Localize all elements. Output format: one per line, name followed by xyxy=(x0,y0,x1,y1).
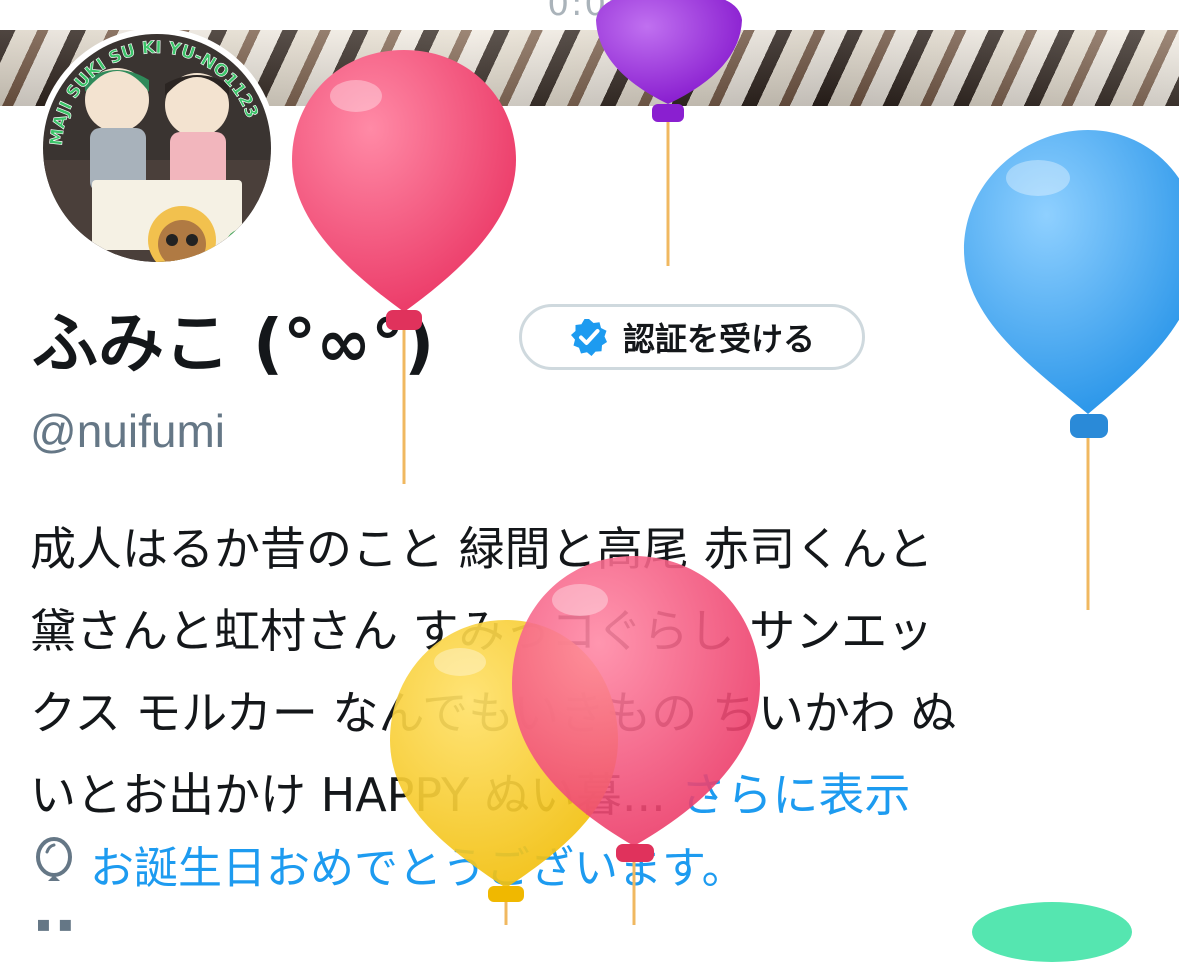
status-bar-time: 0:00 xyxy=(547,0,632,24)
show-more-link[interactable]: さらに表示 xyxy=(680,768,910,822)
avatar-image: MAJI SUKI SU KI YU-NO1123 xyxy=(37,30,277,268)
bio-line-last: いとお出かけ HAPPY ぬい暮... さらに表示 xyxy=(30,754,1150,836)
balloon-icon xyxy=(36,837,72,881)
profile-handle: @nuifumi xyxy=(30,405,225,457)
bio-line: 成人はるか昔のこと 緑間と高尾 赤司くんと xyxy=(30,522,934,576)
display-name: ふみこ (°∞°) xyxy=(32,305,435,382)
get-verified-button[interactable]: 認証を受ける xyxy=(519,304,865,370)
profile-bio: 成人はるか昔のこと 緑間と高尾 赤司くんと 黛さんと虹村さん すみっコぐらし サ… xyxy=(30,508,1150,836)
birthday-message: お誕生日おめでとうございます。 xyxy=(90,843,746,894)
bio-line: 黛さんと虹村さん すみっコぐらし サンエッ xyxy=(30,604,934,658)
verified-badge-icon xyxy=(570,319,607,356)
balloon-pink-large xyxy=(292,50,516,484)
bio-line: クス モルカー なんでもいきもの ちいかわ ぬ xyxy=(30,686,957,740)
balloon-green-peek xyxy=(972,902,1132,962)
profile-avatar[interactable]: MAJI SUKI SU KI YU-NO1123 xyxy=(20,30,294,276)
birthday-row: お誕生日おめでとうございます。 xyxy=(34,834,746,894)
bio-line: いとお出かけ HAPPY ぬい暮... xyxy=(30,768,666,822)
get-verified-label: 認証を受ける xyxy=(622,320,815,358)
